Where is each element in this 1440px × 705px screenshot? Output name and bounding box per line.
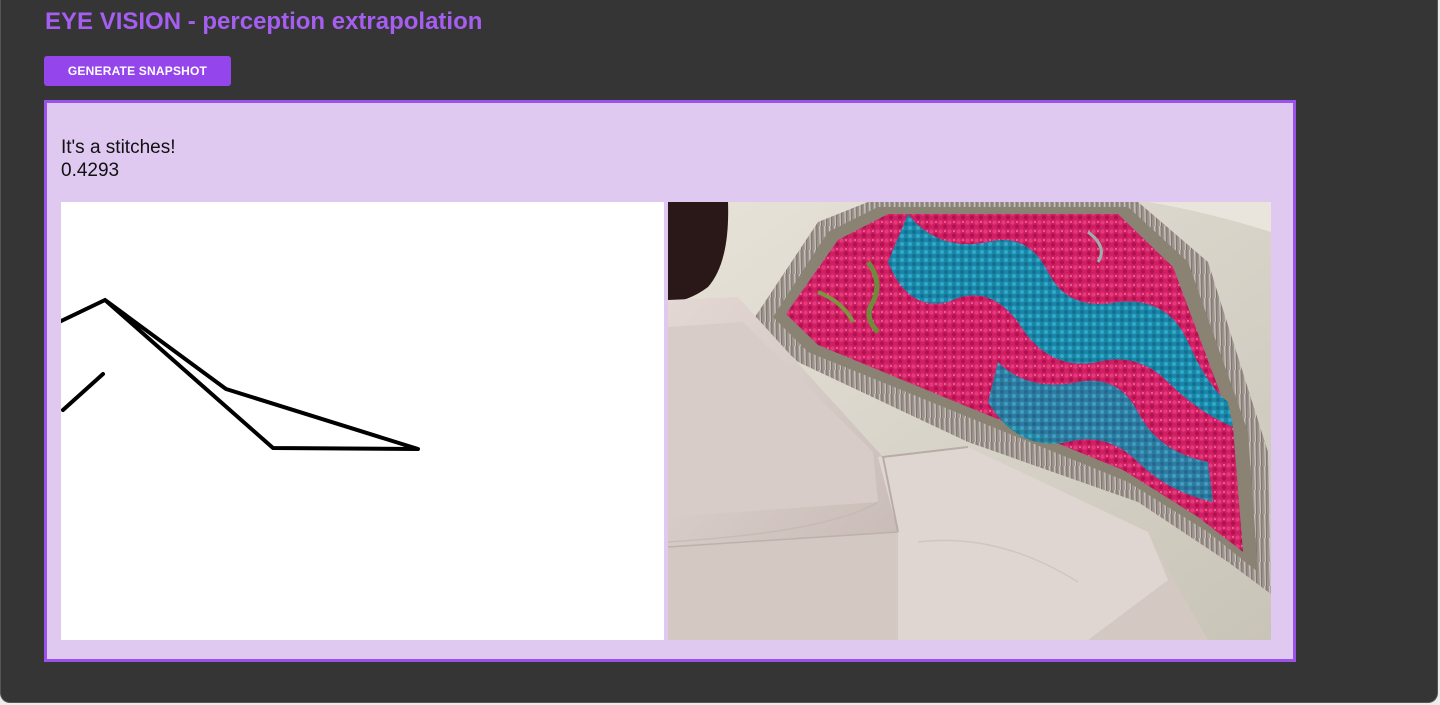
prediction-score: 0.4293 [61,160,120,181]
app-title: EYE VISION - perception extrapolation [45,8,483,35]
prediction-label: It's a stitches! [61,137,176,158]
generate-snapshot-button[interactable]: GENERATE SNAPSHOT [44,56,231,86]
generated-image [668,202,1271,640]
app-window: EYE VISION - perception extrapolation GE… [0,0,1438,703]
sketch-drawing [61,298,420,451]
sketch-stroke [61,372,105,412]
sketch-stroke [61,298,420,451]
result-panel: It's a stitches! 0.4293 [44,100,1296,662]
drawing-canvas[interactable] [61,202,664,640]
stitches-photo [668,202,1271,640]
